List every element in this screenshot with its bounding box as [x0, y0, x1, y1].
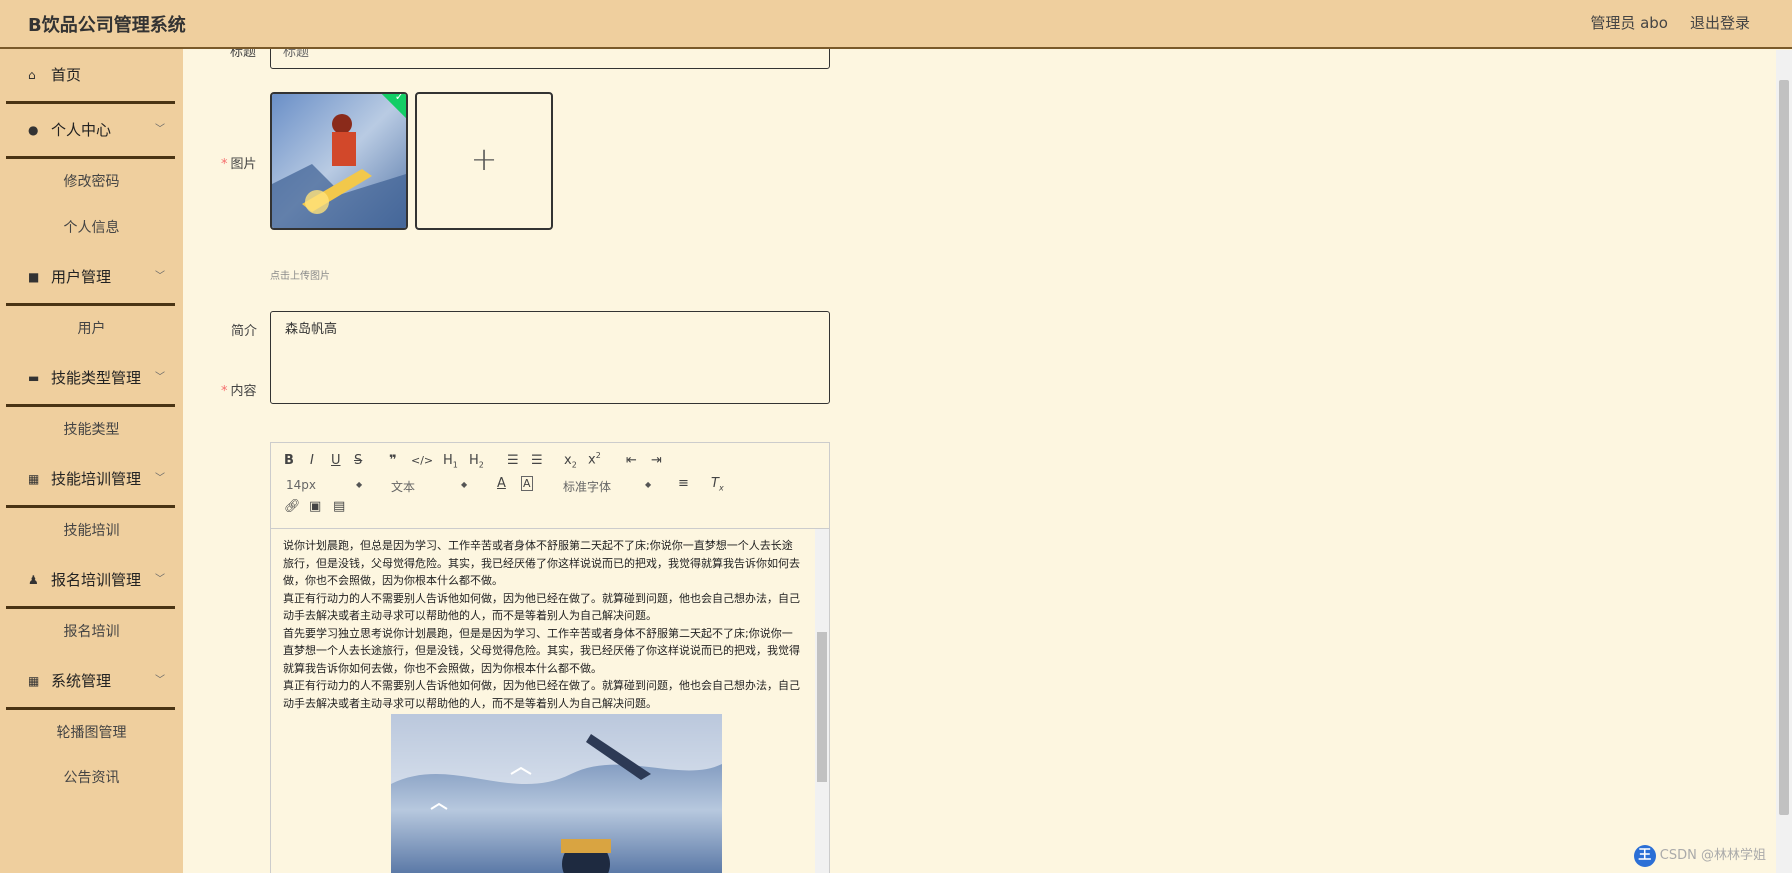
main-content: 标题 标题 * 图片 ✓ + 点击上传图片 简介 森岛帆高 * 内容 B I U S	[183, 49, 1776, 873]
video-icon[interactable]: ▤	[333, 499, 345, 514]
app-badge-icon: 王	[1633, 845, 1656, 867]
chevron-down-icon: ﹀	[155, 675, 165, 686]
editor-toolbar: B I U S ❞ </> H1 H2 ☰ ☰ x2 x2 ⇤ ⇥ 14px ◆ …	[271, 443, 829, 529]
subscript-button[interactable]: x2	[564, 453, 577, 470]
sidebar-item-enroll-training[interactable]: 报名培训	[0, 609, 183, 655]
image-label: * 图片	[221, 157, 257, 172]
chevron-down-icon: ﹀	[155, 124, 165, 135]
indent-icon[interactable]: ⇥	[651, 453, 662, 468]
rich-text-editor: B I U S ❞ </> H1 H2 ☰ ☰ x2 x2 ⇤ ⇥ 14px ◆ …	[270, 442, 830, 873]
chevron-down-icon: ﹀	[155, 574, 165, 585]
bold-button[interactable]: B	[284, 453, 294, 468]
outdent-icon[interactable]: ⇤	[626, 453, 637, 468]
comment-icon: ▬	[28, 371, 40, 385]
content-image	[391, 714, 722, 873]
grid-icon: ▦	[28, 472, 40, 486]
sidebar-item-skill-training-mgmt[interactable]: ▦ 技能培训管理 ﹀	[6, 453, 175, 508]
page-scroll-thumb[interactable]	[1779, 80, 1789, 815]
clear-format-icon[interactable]: Tx	[711, 476, 724, 493]
underline-button[interactable]: U	[331, 453, 341, 468]
h1-button[interactable]: H1	[443, 453, 458, 470]
sidebar-item-skill-type[interactable]: 技能类型	[0, 407, 183, 453]
sidebar-item-carousel-mgmt[interactable]: 轮播图管理	[0, 710, 183, 756]
content-label: * 内容	[221, 384, 257, 399]
link-icon[interactable]: 🔗︎	[284, 499, 301, 514]
sidebar-item-user[interactable]: 用户	[0, 306, 183, 352]
code-icon[interactable]: </>	[411, 454, 433, 467]
sidebar-item-system-mgmt[interactable]: ▦ 系统管理 ﹀	[6, 655, 175, 710]
upload-tip: 点击上传图片	[270, 271, 330, 282]
chevron-down-icon: ﹀	[155, 473, 165, 484]
font-color-icon[interactable]: A	[497, 476, 506, 491]
image-icon[interactable]: ▣	[309, 499, 321, 514]
background-color-icon[interactable]: A	[521, 476, 533, 491]
ordered-list-icon[interactable]: ☰	[507, 453, 519, 468]
editor-content[interactable]: 说你计划晨跑，但总是因为学习、工作辛苦或者身体不舒服第二天起不了床;你说你一直梦…	[271, 529, 815, 873]
title-input[interactable]: 标题	[270, 49, 830, 69]
h2-button[interactable]: H2	[469, 453, 484, 470]
plus-icon: +	[470, 140, 498, 178]
editor-scrollbar[interactable]	[815, 529, 829, 873]
sidebar-item-announcements[interactable]: 公告资讯	[0, 756, 183, 800]
superscript-button[interactable]: x2	[588, 451, 601, 467]
align-icon[interactable]: ≡	[678, 476, 689, 491]
sidebar-item-change-password[interactable]: 修改密码	[0, 159, 183, 205]
user-icon: ●	[28, 123, 39, 137]
content-paragraph: 真正有行动力的人不需要别人告诉他如何做，因为他已经在做了。就算碰到问题，他也会自…	[283, 679, 800, 710]
editor-scroll-thumb[interactable]	[817, 632, 827, 782]
grid-icon: ▦	[28, 674, 40, 688]
top-header: B饮品公司管理系统 管理员 abo 退出登录	[0, 0, 1792, 49]
strike-button[interactable]: S	[354, 453, 362, 468]
upload-add-button[interactable]: +	[415, 92, 553, 230]
anime-image	[272, 94, 406, 228]
sidebar: ⌂ 首页 ● 个人中心 ﹀ 修改密码 个人信息 ■ 用户管理 ﹀ 用户 ▬ 技能…	[0, 49, 183, 873]
sidebar-item-enroll-training-mgmt[interactable]: ♟ 报名培训管理 ﹀	[6, 554, 175, 609]
sidebar-item-user-mgmt[interactable]: ■ 用户管理 ﹀	[6, 251, 175, 306]
intro-label: 简介	[231, 324, 258, 339]
sidebar-item-skill-type-mgmt[interactable]: ▬ 技能类型管理 ﹀	[6, 352, 175, 407]
title-label: 标题	[230, 49, 257, 60]
uploaded-image-thumbnail[interactable]: ✓	[270, 92, 408, 230]
intro-textarea[interactable]: 森岛帆高	[270, 311, 830, 404]
check-icon: ✓	[394, 92, 404, 104]
person-icon: ♟	[28, 573, 39, 587]
current-user: 管理员 abo	[1590, 14, 1668, 32]
content-paragraph: 首先要学习独立思考说你计划晨跑，但是是因为学习、工作辛苦或者身体不舒服第二天起不…	[283, 626, 800, 675]
app-title: B饮品公司管理系统	[28, 15, 186, 36]
chevron-down-icon: ﹀	[155, 372, 165, 383]
briefcase-icon: ■	[28, 270, 40, 284]
home-icon: ⌂	[28, 68, 36, 82]
header-select[interactable]: 文本 ◆	[391, 478, 473, 495]
font-family-select[interactable]: 标准字体 ◆	[563, 478, 655, 495]
sidebar-item-personal-info[interactable]: 个人信息	[0, 205, 183, 251]
chevron-down-icon: ﹀	[155, 271, 165, 282]
sidebar-item-skill-training[interactable]: 技能培训	[0, 508, 183, 554]
logout-button[interactable]: 退出登录	[1690, 12, 1750, 33]
font-size-select[interactable]: 14px ◆	[286, 478, 368, 492]
sidebar-item-personal-center[interactable]: ● 个人中心 ﹀	[6, 104, 175, 159]
page-scrollbar[interactable]	[1776, 50, 1792, 873]
watermark: 王 CSDN @林林学姐	[1633, 844, 1766, 867]
italic-button[interactable]: I	[310, 453, 314, 468]
sidebar-item-home[interactable]: ⌂ 首页	[6, 49, 175, 104]
quote-icon[interactable]: ❞	[389, 453, 397, 468]
bullet-list-icon[interactable]: ☰	[531, 453, 543, 468]
content-paragraph: 真正有行动力的人不需要别人告诉他如何做，因为他已经在做了。就算碰到问题，他也会自…	[283, 591, 800, 623]
content-paragraph: 说你计划晨跑，但总是因为学习、工作辛苦或者身体不舒服第二天起不了床;你说你一直梦…	[283, 539, 800, 587]
